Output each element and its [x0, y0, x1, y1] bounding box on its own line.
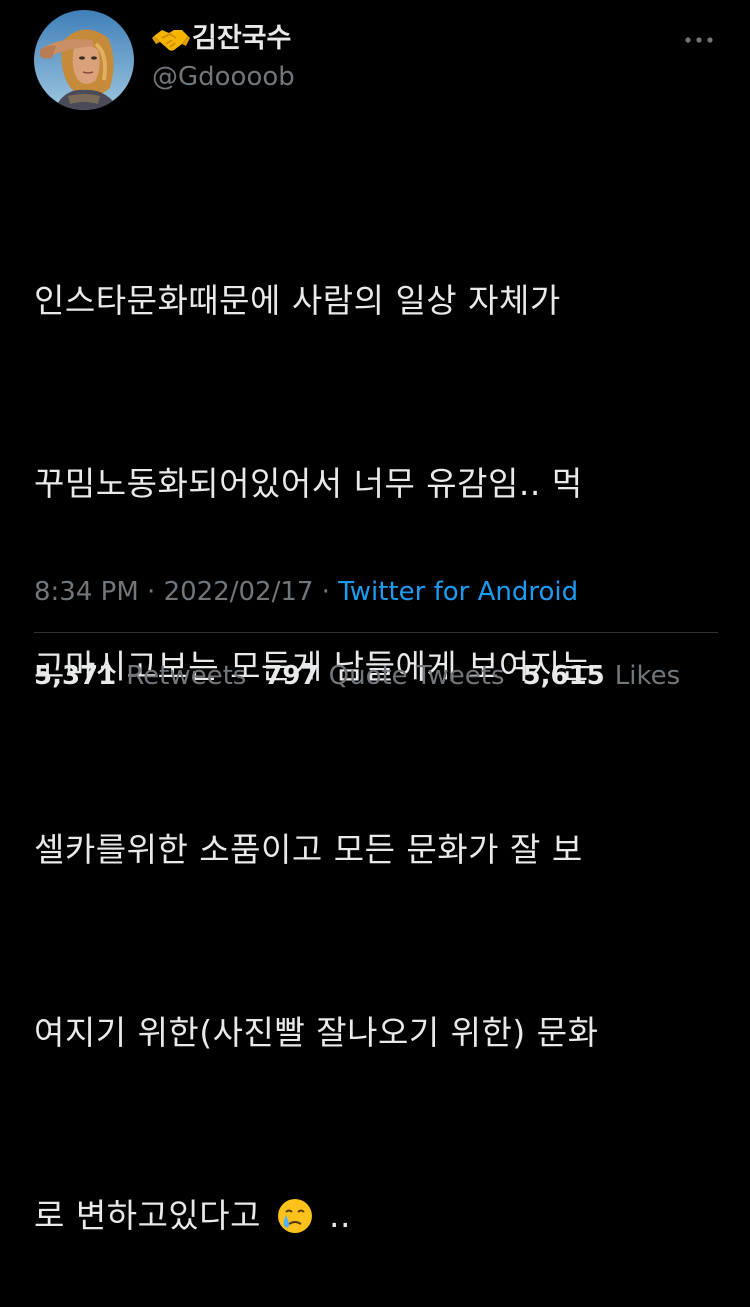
tweet-line: 인스타문화때문에 사람의 일상 자체가: [34, 281, 561, 320]
likes-label: Likes: [614, 661, 681, 691]
tweet-line-text: ..: [318, 1196, 351, 1235]
retweets-stat[interactable]: 5,371 Retweets: [34, 656, 246, 696]
tweet-line-last: 로 변하고있다고 ..: [34, 1185, 724, 1246]
tweet-meta: 8:34 PM · 2022/02/17 · Twitter for Andro…: [34, 572, 578, 612]
likes-stat[interactable]: 5,615 Likes: [523, 656, 681, 696]
tweet-line: 여지기 위한(사진빨 잘나오기 위한) 문화: [34, 1013, 599, 1052]
retweets-count: 5,371: [34, 661, 117, 691]
author-name-row[interactable]: 김잔국수: [152, 22, 291, 56]
more-options-icon[interactable]: [680, 28, 720, 52]
crying-face-icon: [276, 1193, 314, 1233]
avatar[interactable]: [34, 10, 134, 110]
tweet-line: 셀카를위한 소품이고 모든 문화가 잘 보: [34, 830, 583, 869]
handshake-icon: [152, 24, 190, 54]
tweet-text: 인스타문화때문에 사람의 일상 자체가 꾸밈노동화되어있어서 너무 유감임.. …: [34, 148, 724, 1307]
tweet-line-text: 로 변하고있다고: [34, 1196, 272, 1235]
tweet-source-link[interactable]: Twitter for Android: [338, 577, 578, 607]
quote-tweets-stat[interactable]: 797 Quote Tweets: [264, 656, 504, 696]
tweet-line: 꾸밈노동화되어있어서 너무 유감임.. 먹: [34, 464, 583, 503]
likes-count: 5,615: [522, 661, 605, 691]
meta-separator: ·: [313, 577, 339, 607]
tweet-stats: 5,371 Retweets 797 Quote Tweets 5,615 Likes: [34, 656, 680, 696]
user-handle[interactable]: @Gdoooob: [152, 60, 295, 94]
divider: [34, 632, 718, 633]
quote-tweets-count: 797: [264, 661, 319, 691]
tweet-time[interactable]: 8:34 PM: [34, 577, 139, 607]
quote-tweets-label: Quote Tweets: [328, 661, 505, 691]
retweets-label: Retweets: [126, 661, 247, 691]
tweet-date[interactable]: 2022/02/17: [164, 577, 314, 607]
display-name: 김잔국수: [192, 23, 292, 54]
meta-separator: ·: [138, 577, 164, 607]
